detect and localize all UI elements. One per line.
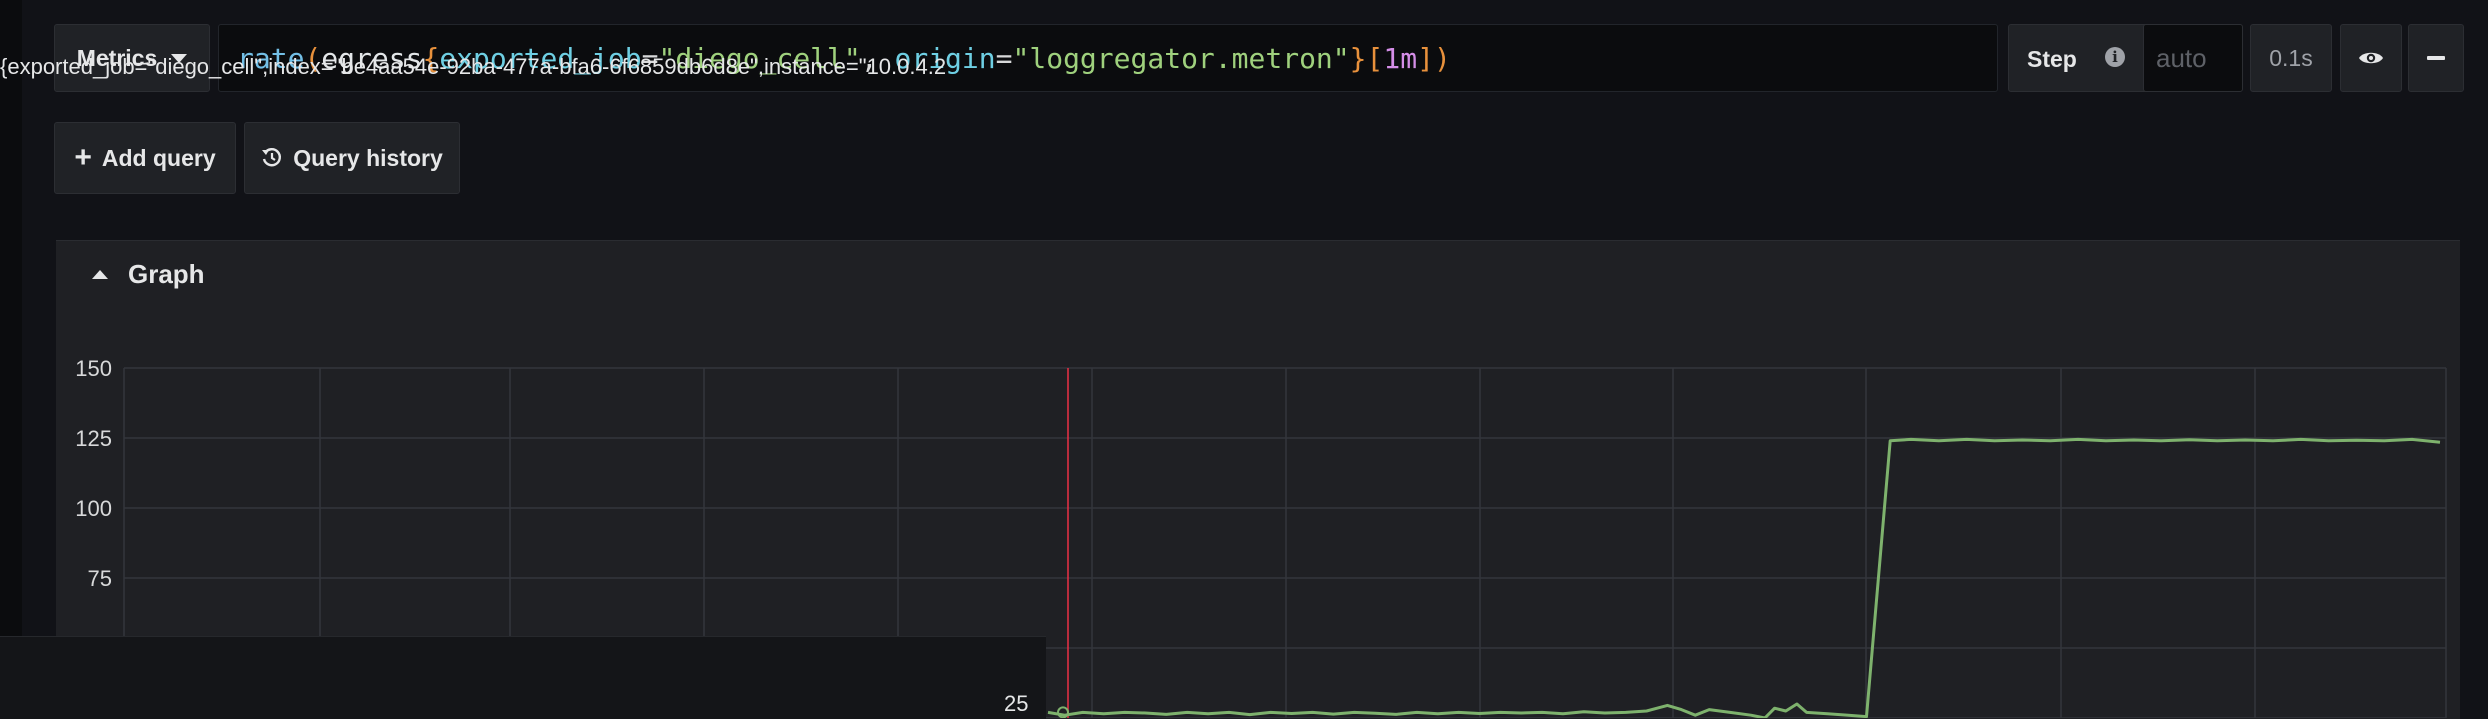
- legend-series-label: {exported_job="diego_cell",index="be4aa5…: [0, 54, 1028, 84]
- y-tick-label: 75: [88, 566, 112, 591]
- graph-chart[interactable]: 1501251007550: [0, 0, 2488, 718]
- legend-tooltip: [0, 636, 1046, 719]
- legend-series-value: 25: [1004, 691, 1029, 716]
- y-tick-label: 100: [75, 496, 112, 521]
- y-tick-label: 125: [75, 426, 112, 451]
- legend-series-text: {exported_job="diego_cell",index="be4aa5…: [0, 54, 947, 79]
- y-tick-label: 150: [75, 356, 112, 381]
